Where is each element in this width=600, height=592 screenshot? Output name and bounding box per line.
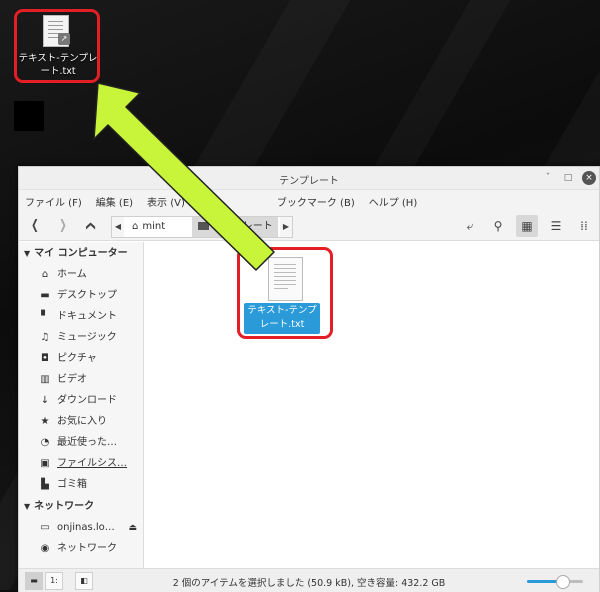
sidebar-item-home[interactable]: ⌂ ホーム	[19, 265, 143, 285]
sidebar-item-music[interactable]: ♫ ミュージック	[19, 328, 143, 348]
desktop-file-label: テキスト-テンプレート.txt	[18, 53, 98, 77]
music-icon: ♫	[40, 332, 50, 343]
desktop-file-icon[interactable]: ↗ テキスト-テンプレート.txt	[14, 9, 100, 83]
folder-icon	[198, 222, 209, 230]
sidebar-item-filesystem[interactable]: ▣ ファイルシス…	[19, 454, 143, 474]
sidebar-item-label: ドキュメント	[57, 311, 117, 322]
text-file-icon	[268, 257, 303, 301]
minimize-button[interactable]: ˇ	[541, 171, 555, 185]
breadcrumb-home[interactable]: ⌂ mint	[126, 217, 190, 237]
section-label: マイ コンピューター	[34, 248, 128, 259]
breadcrumb: ◀ ⌂ mint テンプレート ▶	[111, 216, 293, 238]
file-view[interactable]: テキスト-テンプレート.txt	[144, 242, 599, 568]
search-icon[interactable]: ⚲	[487, 215, 509, 237]
sidebar-item-nas[interactable]: ▭ onjinas.lo… ⏏	[19, 518, 143, 538]
sidebar-item-favorites[interactable]: ★ お気に入り	[19, 412, 143, 432]
menu-view[interactable]: 表示 (V)	[147, 194, 185, 209]
shortcut-badge-icon: ↗	[58, 33, 70, 45]
sidebar-item-documents[interactable]: ▘ ドキュメント	[19, 307, 143, 327]
menu-edit[interactable]: 編集 (E)	[96, 194, 133, 209]
section-label: ネットワーク	[34, 501, 95, 512]
menu-file[interactable]: ファイル (F)	[25, 194, 82, 209]
sidebar-item-label: ピクチャ	[57, 353, 97, 364]
zoom-slider[interactable]	[527, 575, 583, 589]
sidebar-item-label: デスクトップ	[57, 290, 117, 301]
sidebar-item-label: お気に入り	[57, 416, 107, 427]
network-drive-icon: ▭	[40, 522, 50, 533]
sidebar-item-recent[interactable]: ◔ 最近使った…	[19, 433, 143, 453]
eject-icon[interactable]: ⏏	[128, 518, 137, 538]
file-manager-window: テンプレート ˇ □ × ファイル (F) 編集 (E) 表示 (V) 移 ブッ…	[18, 166, 600, 592]
forward-button[interactable]: ❯	[56, 216, 70, 236]
globe-icon: ◉	[40, 543, 50, 554]
back-button[interactable]: ❮	[28, 216, 42, 236]
star-icon: ★	[40, 416, 50, 427]
breadcrumb-current-label: テンプレート	[213, 221, 273, 232]
sidebar-item-label: ファイルシス…	[57, 458, 127, 469]
sidebar-item-label: ネットワーク	[57, 543, 117, 554]
list-view-button[interactable]: ☰	[545, 215, 567, 237]
desktop-black-icon[interactable]	[14, 101, 44, 131]
download-icon: ↓	[40, 395, 50, 406]
home-icon: ⌂	[41, 269, 49, 280]
sidebar-item-pictures[interactable]: ◘ ピクチャ	[19, 349, 143, 369]
sidebar: ▼ マイ コンピューター ⌂ ホーム ▬ デスクトップ ▘ ドキュメント ♫ ミュージック…	[19, 242, 144, 568]
document-icon: ▘	[41, 311, 49, 322]
sidebar-item-label: ビデオ	[57, 374, 87, 385]
trash-icon: ▙	[41, 479, 49, 490]
up-button[interactable]: ❯	[84, 216, 98, 236]
collapse-triangle-icon: ▼	[24, 502, 31, 511]
toggle-location-icon[interactable]: ⤶	[459, 215, 481, 237]
file-item[interactable]: テキスト-テンプレート.txt	[237, 247, 333, 339]
breadcrumb-left-arrow[interactable]: ◀	[112, 217, 124, 237]
file-label-selected: テキスト-テンプレート.txt	[244, 303, 320, 334]
sidebar-section-my-computer[interactable]: ▼ マイ コンピューター	[19, 245, 143, 263]
sidebar-item-downloads[interactable]: ↓ ダウンロード	[19, 391, 143, 411]
toolbar: ❮ ❯ ❯ ◀ ⌂ mint テンプレート ▶ ⤶ ⚲ ▦ ☰ ⁞⁞	[19, 212, 599, 241]
menu-help[interactable]: ヘルプ (H)	[369, 194, 418, 209]
sidebar-item-label: ゴミ箱	[57, 479, 87, 490]
window-title: テンプレート	[279, 176, 339, 187]
drive-icon: ▣	[40, 458, 50, 469]
close-button[interactable]: ×	[582, 171, 596, 185]
sidebar-item-label: ダウンロード	[57, 395, 117, 406]
collapse-triangle-icon: ▼	[24, 249, 31, 258]
sidebar-item-videos[interactable]: ▥ ビデオ	[19, 370, 143, 390]
camera-icon: ◘	[41, 353, 49, 364]
status-bar: ▬ 1: ◧ 2 個のアイテムを選択しました (50.9 kB), 空き容量: …	[19, 568, 599, 592]
sidebar-item-label: 最近使った…	[57, 437, 117, 448]
sidebar-item-label: ホーム	[57, 269, 87, 280]
maximize-button[interactable]: □	[561, 171, 575, 185]
sidebar-item-label: onjinas.lo…	[57, 522, 115, 533]
breadcrumb-current[interactable]: テンプレート	[192, 217, 278, 237]
clock-icon: ◔	[40, 437, 50, 448]
sidebar-item-desktop[interactable]: ▬ デスクトップ	[19, 286, 143, 306]
icon-view-button[interactable]: ▦	[516, 215, 538, 237]
sidebar-section-network[interactable]: ▼ ネットワーク	[19, 498, 143, 516]
breadcrumb-right-arrow[interactable]: ▶	[280, 217, 292, 237]
menu-bar: ファイル (F) 編集 (E) 表示 (V) 移 ブックマーク (B) ヘルプ …	[19, 190, 599, 212]
menu-bookmarks[interactable]: ブックマーク (B)	[277, 194, 355, 209]
film-icon: ▥	[40, 374, 50, 385]
breadcrumb-home-label: mint	[142, 221, 166, 232]
desktop-icon: ▬	[40, 290, 50, 301]
menu-go[interactable]: 移	[199, 194, 209, 209]
home-icon: ⌂	[132, 221, 139, 232]
sidebar-item-trash[interactable]: ▙ ゴミ箱	[19, 475, 143, 495]
zoom-slider-knob[interactable]	[555, 575, 570, 589]
title-bar[interactable]: テンプレート ˇ □ ×	[19, 167, 599, 190]
sidebar-item-network[interactable]: ◉ ネットワーク	[19, 539, 143, 559]
compact-view-button[interactable]: ⁞⁞	[573, 215, 595, 237]
sidebar-item-label: ミュージック	[57, 332, 117, 343]
status-text: 2 個のアイテムを選択しました (50.9 kB), 空き容量: 432.2 G…	[172, 578, 446, 589]
